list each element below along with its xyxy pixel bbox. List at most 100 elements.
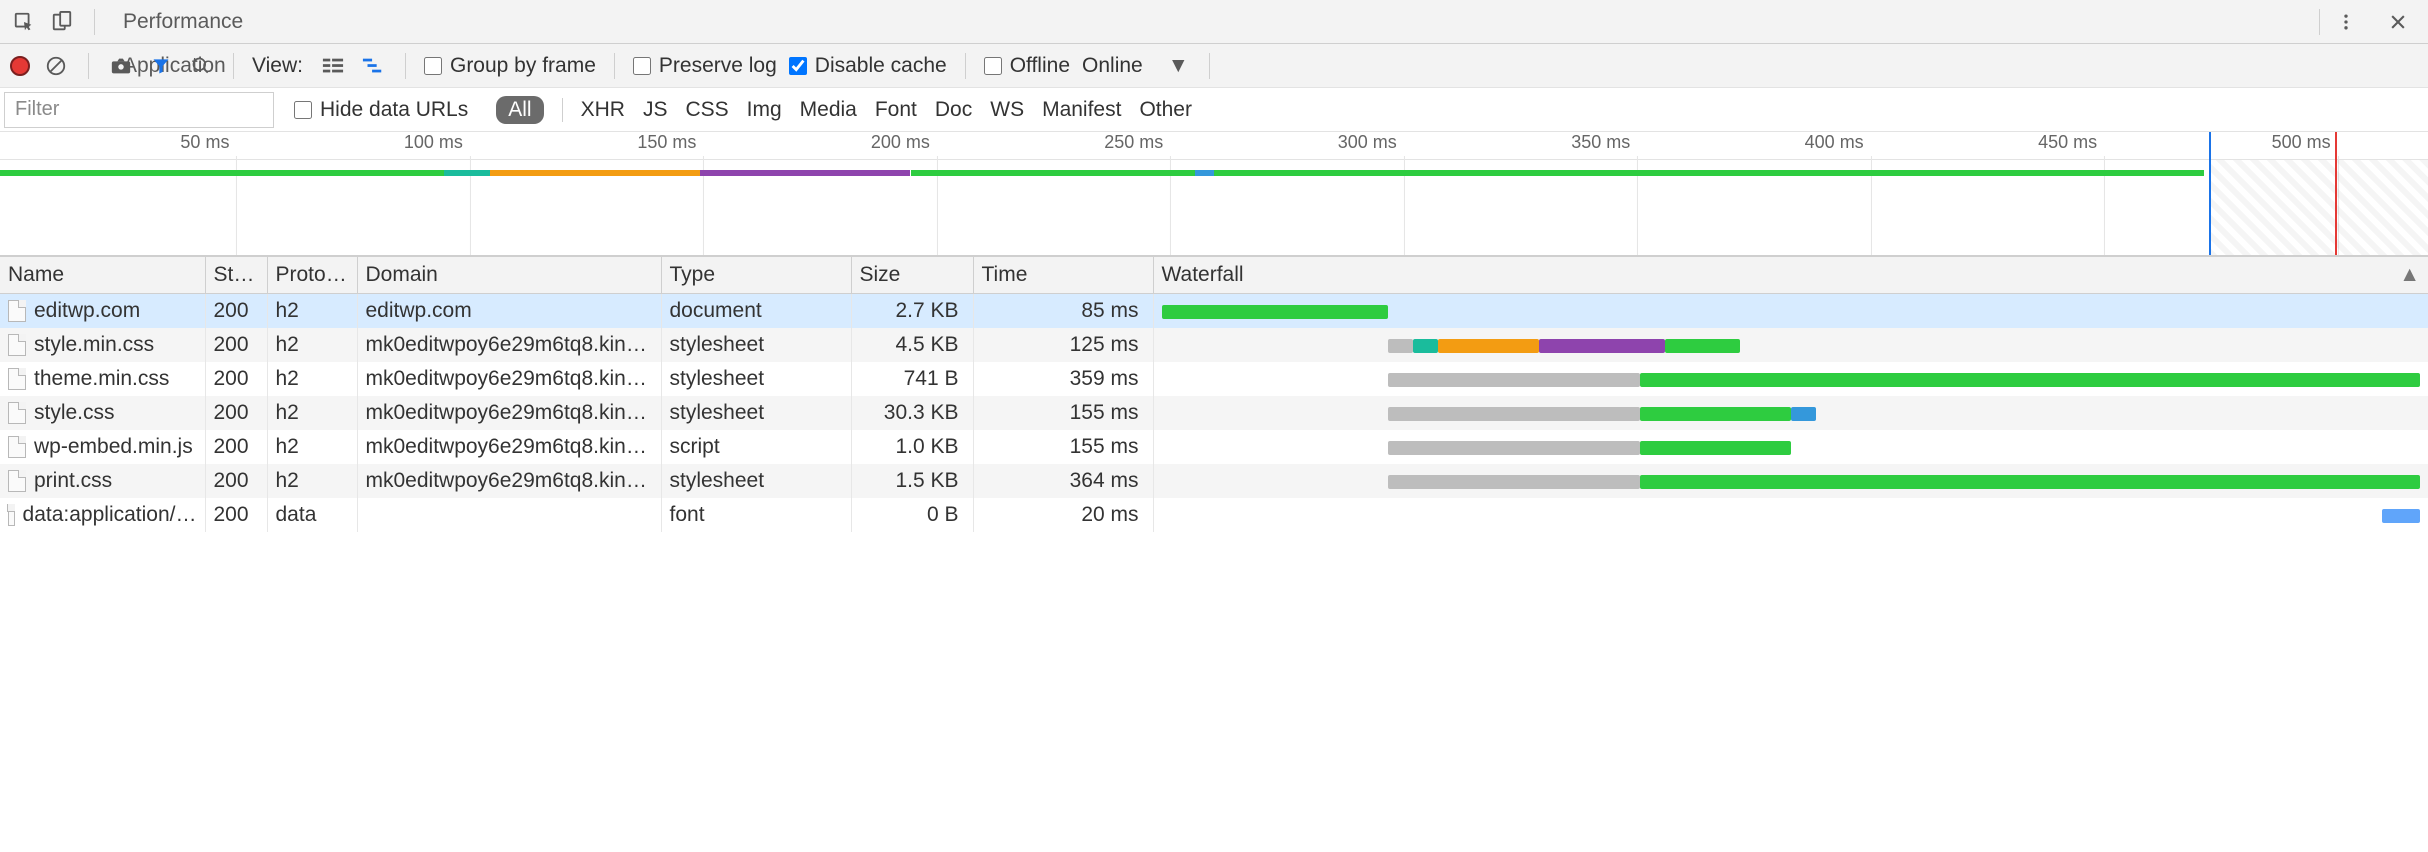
overview-segment [490,170,700,176]
chip-font[interactable]: Font [875,98,917,122]
col-waterfall[interactable]: Waterfall [1153,257,2428,294]
chip-js[interactable]: JS [643,98,668,122]
table-row[interactable]: print.css200h2mk0editwpoy6e29m6tq8.kinst… [0,464,2428,498]
cell-protocol: h2 [267,430,357,464]
waterfall-bar [1640,475,2420,489]
overview-segment [1195,170,1214,176]
clear-icon[interactable] [42,52,70,80]
cell-domain: mk0editwpoy6e29m6tq8.kinsta… [357,430,661,464]
tab-performance[interactable]: Performance [105,0,261,44]
type-filter-chips: All XHR JS CSS Img Media Font Doc WS Manifest Othe… [482,96,1192,124]
table-row[interactable]: data:application/…200datafont0 B20 ms [0,498,2428,532]
disable-cache-checkbox[interactable]: Disable cache [789,54,947,78]
panel-tabs: ElementsConsoleSourcesNetworkPerformance… [0,0,2428,44]
chip-img[interactable]: Img [747,98,782,122]
chip-xhr[interactable]: XHR [581,98,625,122]
table-row[interactable]: wp-embed.min.js200h2mk0editwpoy6e29m6tq8… [0,430,2428,464]
cell-waterfall [1153,396,2428,430]
cell-time: 155 ms [973,396,1153,430]
device-toolbar-icon[interactable] [46,6,78,38]
group-by-frame-checkbox[interactable]: Group by frame [424,54,596,78]
table-row[interactable]: style.css200h2mk0editwpoy6e29m6tq8.kinst… [0,396,2428,430]
col-name[interactable]: Name [0,257,205,294]
col-time[interactable]: Time [973,257,1153,294]
col-domain[interactable]: Domain [357,257,661,294]
divider [233,53,234,79]
divider [562,98,563,122]
divider [405,53,406,79]
overview-segment [700,170,910,176]
filter-toggle-icon[interactable] [147,52,175,80]
tick-label: 300 ms [1338,132,1401,153]
cell-size: 30.3 KB [851,396,973,430]
view-waterfall-icon[interactable] [359,52,387,80]
record-button[interactable] [10,56,30,76]
waterfall-bar [1640,373,2420,387]
divider [88,53,89,79]
divider [965,53,966,79]
divider [94,9,95,35]
col-size[interactable]: Size [851,257,973,294]
cell-size: 4.5 KB [851,328,973,362]
offline-checkbox[interactable]: Offline [984,54,1070,78]
waterfall-bar [1640,441,1791,455]
chip-css[interactable]: CSS [685,98,728,122]
capture-screenshots-icon[interactable] [107,52,135,80]
cell-status: 200 [205,294,267,329]
cell-type: stylesheet [661,362,851,396]
hide-data-urls-label: Hide data URLs [320,98,468,122]
chip-all[interactable]: All [496,96,543,124]
request-name: theme.min.css [34,367,169,391]
col-protocol[interactable]: Protocol [267,257,357,294]
more-options-icon[interactable] [2330,6,2362,38]
inspect-element-icon[interactable] [8,6,40,38]
cell-type: stylesheet [661,396,851,430]
table-row[interactable]: theme.min.css200h2mk0editwpoy6e29m6tq8.k… [0,362,2428,396]
chip-media[interactable]: Media [800,98,857,122]
col-type[interactable]: Type [661,257,851,294]
cell-type: script [661,430,851,464]
close-panel-icon[interactable] [2382,6,2414,38]
offline-label: Offline [1010,54,1070,78]
cell-status: 200 [205,396,267,430]
cell-protocol: data [267,498,357,532]
chip-ws[interactable]: WS [990,98,1024,122]
cell-waterfall [1153,328,2428,362]
file-icon [8,300,26,322]
cell-status: 200 [205,430,267,464]
chip-manifest[interactable]: Manifest [1042,98,1121,122]
col-status[interactable]: St… [205,257,267,294]
cell-status: 200 [205,362,267,396]
timeline-overview[interactable]: 50 ms100 ms150 ms200 ms250 ms300 ms350 m… [0,132,2428,256]
preserve-log-checkbox[interactable]: Preserve log [633,54,777,78]
cell-protocol: h2 [267,464,357,498]
waterfall-bar [1640,407,1791,421]
cell-status: 200 [205,328,267,362]
cell-time: 155 ms [973,430,1153,464]
disable-cache-label: Disable cache [815,54,947,78]
tick-label: 350 ms [1571,132,1634,153]
cell-time: 20 ms [973,498,1153,532]
hide-data-urls-checkbox[interactable]: Hide data URLs [294,98,468,122]
waterfall-bar [1665,339,1741,353]
cell-type: stylesheet [661,464,851,498]
tick-label: 450 ms [2038,132,2101,153]
filter-input[interactable] [4,92,274,128]
network-toolbar: View: Group by frame Preserve log Disabl… [0,44,2428,88]
chip-other[interactable]: Other [1139,98,1192,122]
overview-segment [0,170,444,176]
file-icon [8,436,26,458]
tick-label: 150 ms [637,132,700,153]
table-row[interactable]: editwp.com200h2editwp.comdocument2.7 KB8… [0,294,2428,329]
request-name: data:application/… [23,503,197,527]
view-large-rows-icon[interactable] [319,52,347,80]
waterfall-bar [2382,509,2420,523]
divider [1209,53,1210,79]
table-row[interactable]: style.min.css200h2mk0editwpoy6e29m6tq8.k… [0,328,2428,362]
throttling-select[interactable]: Online ▼ [1082,54,1191,78]
file-icon [8,402,26,424]
search-icon[interactable] [187,52,215,80]
chip-doc[interactable]: Doc [935,98,972,122]
divider [2319,9,2320,35]
waterfall-bar [1388,339,1413,353]
